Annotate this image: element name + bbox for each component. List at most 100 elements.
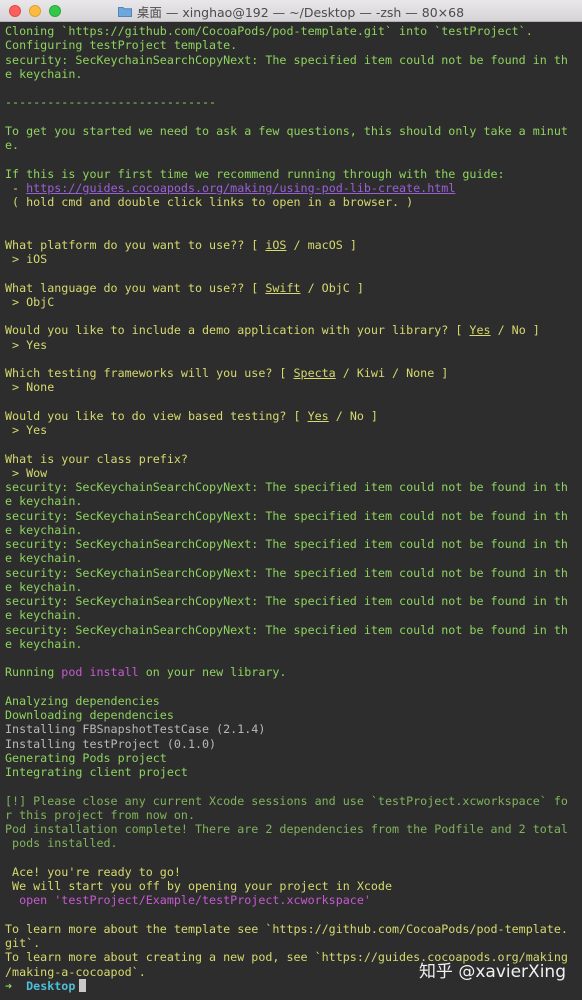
folder-icon [117, 6, 132, 17]
terminal-line: [!] Please close any current Xcode sessi… [5, 794, 579, 808]
terminal-text: security: SecKeychainSearchCopyNext: The… [5, 622, 568, 637]
terminal-line: security: SecKeychainSearchCopyNext: The… [5, 566, 579, 580]
terminal-line: e keychain. [5, 580, 579, 594]
terminal-line: Installing FBSnapshotTestCase (2.1.4) [5, 722, 579, 736]
terminal-text: / macOS ] [286, 237, 357, 252]
terminal-line: > Wow [5, 466, 579, 480]
terminal-line: e keychain. [5, 608, 579, 622]
terminal-line: r this project from now on. [5, 808, 579, 822]
terminal-text: Which testing frameworks will you use? [ [5, 366, 294, 380]
terminal-text[interactable]: https://guides.cocoapods.org/making/usin… [26, 181, 455, 195]
terminal-output[interactable]: Cloning `https://github.com/CocoaPods/po… [5, 24, 579, 993]
terminal-line: > iOS [5, 252, 579, 266]
terminal-text: Ace! you're ready to go! [5, 864, 181, 879]
terminal-line: Would you like to include a demo applica… [5, 323, 579, 337]
terminal-line: What platform do you want to use?? [ iOS… [5, 238, 579, 252]
terminal-text: Integrating client project [5, 765, 188, 779]
terminal-text: > Yes [5, 337, 48, 352]
terminal-line: e. [5, 138, 579, 152]
terminal-text: Specta [293, 366, 336, 380]
title-wrap: 桌面 — xinghao@192 — ~/Desktop — -zsh — 80… [0, 0, 582, 22]
terminal-text: security: SecKeychainSearchCopyNext: The… [5, 508, 568, 523]
terminal-text: e keychain. [5, 494, 83, 509]
terminal-text: We will start you off by opening your pr… [5, 879, 393, 893]
terminal-line: e keychain. [5, 494, 579, 508]
terminal-text: ------------------------------ [5, 95, 217, 110]
terminal-text: > Wow [5, 465, 48, 480]
terminal-text: e keychain. [5, 636, 83, 651]
terminal-text: Yes [469, 323, 491, 338]
terminal-text: e keychain. [5, 608, 83, 623]
terminal-text: - [5, 180, 27, 195]
terminal-line: To learn more about the template see `ht… [5, 922, 579, 936]
terminal-text: / ObjC ] [300, 280, 364, 295]
terminal-text: /making-a-cocoapod`. [5, 964, 146, 979]
terminal-line: security: SecKeychainSearchCopyNext: The… [5, 623, 579, 637]
terminal-text: git`. [5, 936, 41, 950]
terminal-line: Cloning `https://github.com/CocoaPods/po… [5, 24, 579, 38]
terminal-line: security: SecKeychainSearchCopyNext: The… [5, 509, 579, 523]
terminal-text: Pod installation complete! There are 2 d… [5, 822, 568, 836]
terminal-text: security: SecKeychainSearchCopyNext: The… [5, 52, 568, 67]
terminal-text: Downloading dependencies [5, 708, 174, 722]
terminal-line: > ObjC [5, 295, 579, 309]
terminal-line: Downloading dependencies [5, 708, 579, 722]
terminal-text: Installing testProject (0.1.0) [5, 736, 217, 751]
terminal-text: Would you like to include a demo applica… [5, 323, 470, 338]
terminal-line: e keychain. [5, 67, 579, 81]
terminal-text: Yes [307, 408, 329, 423]
terminal-text: > ObjC [5, 294, 55, 309]
terminal-line: e keychain. [5, 637, 579, 651]
terminal-line: Installing testProject (0.1.0) [5, 737, 579, 751]
terminal-text: security: SecKeychainSearchCopyNext: The… [5, 565, 568, 580]
watermark: 知乎 @xavierXing [418, 962, 566, 982]
terminal-line: Generating Pods project [5, 751, 579, 765]
terminal-text: ( hold cmd and double click links to ope… [5, 195, 414, 209]
terminal-text: What platform do you want to use?? [ [5, 237, 266, 252]
terminal-line: We will start you off by opening your pr… [5, 879, 579, 893]
terminal-line: > Yes [5, 338, 579, 352]
terminal-text: pods installed. [5, 836, 118, 851]
terminal-line: security: SecKeychainSearchCopyNext: The… [5, 480, 579, 494]
terminal-text: Would you like to do view based testing?… [5, 408, 308, 423]
terminal-line: Which testing frameworks will you use? [… [5, 366, 579, 380]
terminal-line: security: SecKeychainSearchCopyNext: The… [5, 537, 579, 551]
terminal-text: pod install [61, 665, 139, 680]
terminal-text: > None [5, 380, 55, 395]
terminal-text: security: SecKeychainSearchCopyNext: The… [5, 480, 568, 494]
terminal-line: What is your class prefix? [5, 452, 579, 466]
terminal-text: r this project from now on. [5, 807, 195, 822]
terminal-line: Would you like to do view based testing?… [5, 409, 579, 423]
terminal-text: Analyzing dependencies [5, 693, 160, 708]
terminal-line: Ace! you're ready to go! [5, 865, 579, 879]
terminal-text: To get you started we need to ask a few … [5, 123, 568, 138]
terminal-text: / No ] [490, 323, 540, 338]
terminal-text: Installing FBSnapshotTestCase (2.1.4) [5, 722, 266, 737]
terminal-line: - https://guides.cocoapods.org/making/us… [5, 181, 579, 195]
terminal-line: git`. [5, 936, 579, 950]
prompt-directory: Desktop [26, 978, 76, 993]
terminal-line: > None [5, 380, 579, 394]
text-cursor [79, 978, 87, 992]
terminal-text: Configuring testProject template. [5, 38, 238, 53]
terminal-line: Analyzing dependencies [5, 694, 579, 708]
terminal-text: To learn more about the template see `ht… [5, 921, 568, 936]
terminal-text: Generating Pods project [5, 750, 167, 765]
terminal-text: open 'testProject/Example/testProject.xc… [5, 893, 371, 908]
terminal-text: e keychain. [5, 579, 83, 594]
terminal-text: e keychain. [5, 522, 83, 537]
terminal-text: on your new library. [138, 665, 287, 680]
terminal-text: security: SecKeychainSearchCopyNext: The… [5, 594, 568, 608]
title-bar[interactable]: 桌面 — xinghao@192 — ~/Desktop — -zsh — 80… [0, 0, 582, 22]
prompt-arrow-icon: ➜ [5, 978, 13, 993]
